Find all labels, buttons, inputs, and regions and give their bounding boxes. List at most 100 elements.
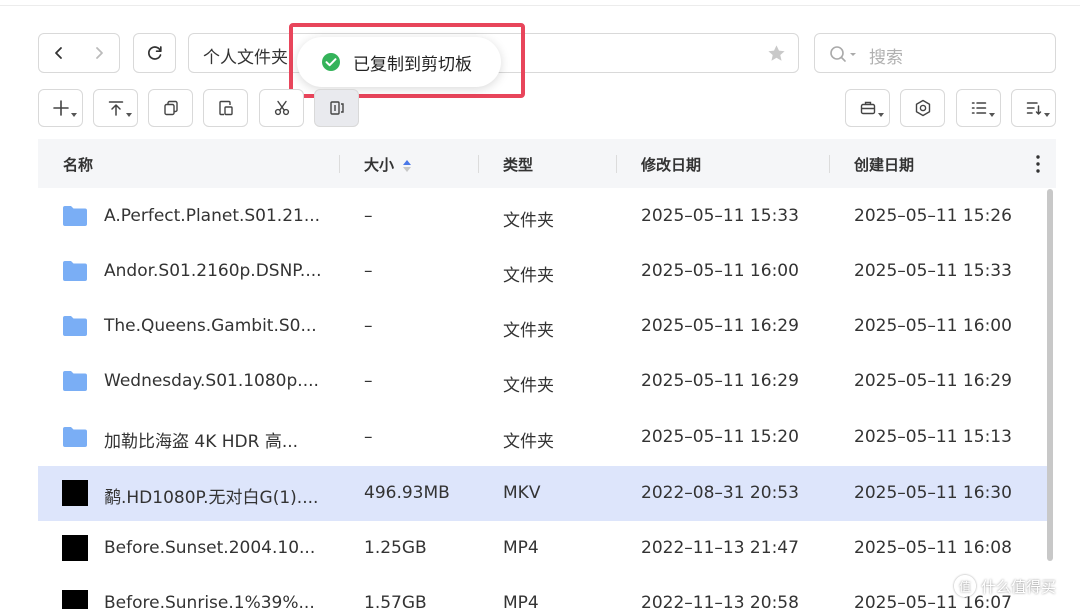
move-button[interactable] bbox=[314, 89, 359, 127]
file-size: – bbox=[364, 261, 373, 281]
file-size: 1.57GB bbox=[364, 593, 427, 609]
file-name: Wednesday.S01.1080p.... bbox=[104, 371, 319, 391]
paste-button[interactable] bbox=[203, 89, 248, 127]
file-size: 496.93MB bbox=[364, 483, 450, 503]
list-view-icon bbox=[971, 102, 986, 114]
column-options-button[interactable] bbox=[1036, 155, 1040, 177]
folder-icon bbox=[63, 261, 87, 281]
toast-message: 已复制到剪切板 bbox=[353, 54, 472, 75]
file-type: MP4 bbox=[503, 538, 539, 558]
file-type: MKV bbox=[503, 483, 541, 503]
copy-icon bbox=[163, 100, 178, 116]
file-size: – bbox=[364, 427, 373, 447]
settings-button[interactable] bbox=[900, 89, 945, 127]
file-name: Before.Sunset.2004.10... bbox=[104, 538, 316, 558]
column-header-created[interactable]: 创建日期 bbox=[854, 154, 914, 175]
column-header-name[interactable]: 名称 bbox=[63, 154, 93, 175]
toolbox-button[interactable] bbox=[845, 89, 890, 127]
column-divider[interactable] bbox=[339, 155, 340, 173]
upload-icon bbox=[108, 101, 123, 116]
file-modified: 2025–05–11 15:20 bbox=[641, 427, 799, 447]
column-header-type[interactable]: 类型 bbox=[503, 154, 533, 175]
search-input[interactable]: 搜索 bbox=[814, 33, 1056, 73]
chevron-down-icon bbox=[126, 113, 132, 117]
column-divider[interactable] bbox=[616, 155, 617, 173]
file-name: Andor.S01.2160p.DSNP.... bbox=[104, 261, 322, 281]
sort-icon bbox=[1026, 102, 1041, 115]
scissors-icon bbox=[274, 100, 289, 116]
file-modified: 2025–05–11 16:29 bbox=[641, 371, 799, 391]
file-name: 加勒比海盗 4K HDR 高... bbox=[104, 432, 299, 452]
folder-icon bbox=[63, 316, 87, 336]
view-mode-button[interactable] bbox=[956, 89, 1001, 127]
column-header-size-label: 大小 bbox=[364, 156, 395, 174]
file-type: 文件夹 bbox=[503, 376, 554, 396]
column-divider[interactable] bbox=[829, 155, 830, 173]
file-modified: 2025–05–11 15:33 bbox=[641, 206, 799, 226]
folder-icon bbox=[63, 206, 87, 226]
table-row[interactable]: A.Perfect.Planet.S01.21... – 文件夹 2025–05… bbox=[38, 189, 1048, 244]
file-modified: 2025–05–11 16:00 bbox=[641, 261, 799, 281]
nav-group bbox=[38, 33, 120, 73]
chevron-down-icon bbox=[1044, 113, 1050, 117]
file-name: The.Queens.Gambit.S0... bbox=[104, 316, 317, 336]
path-text: 个人文件夹 bbox=[203, 48, 288, 68]
sort-arrows-icon bbox=[403, 159, 412, 172]
search-icon bbox=[830, 46, 856, 62]
favorite-star-button[interactable] bbox=[767, 44, 786, 67]
table-row[interactable]: Andor.S01.2160p.DSNP.... – 文件夹 2025–05–1… bbox=[38, 244, 1048, 299]
file-created: 2025–05–11 16:29 bbox=[854, 371, 1012, 391]
sort-button[interactable] bbox=[1011, 89, 1056, 127]
file-size: 1.25GB bbox=[364, 538, 427, 558]
refresh-button[interactable] bbox=[133, 33, 176, 73]
toast-notification: 已复制到剪切板 bbox=[297, 37, 501, 87]
vertical-scrollbar[interactable] bbox=[1047, 189, 1053, 561]
file-created: 2025–05–11 15:33 bbox=[854, 261, 1012, 281]
chevron-left-icon bbox=[55, 47, 62, 59]
cut-button[interactable] bbox=[259, 89, 304, 127]
upload-button[interactable] bbox=[93, 89, 138, 127]
table-row[interactable]: Before.Sunset.2004.10... 1.25GB MP4 2022… bbox=[38, 521, 1048, 576]
plus-icon bbox=[52, 100, 69, 116]
file-size: – bbox=[364, 371, 373, 391]
chevron-down-icon bbox=[989, 113, 995, 117]
chevron-down-icon bbox=[878, 113, 884, 117]
watermark-text: 什么值得买 bbox=[981, 577, 1057, 596]
video-thumbnail bbox=[62, 590, 88, 609]
column-header-modified[interactable]: 修改日期 bbox=[641, 154, 701, 175]
forward-button[interactable] bbox=[79, 34, 119, 72]
video-thumbnail bbox=[62, 480, 88, 506]
file-created: 2025–05–11 15:13 bbox=[854, 427, 1012, 447]
table-row[interactable]: The.Queens.Gambit.S0... – 文件夹 2025–05–11… bbox=[38, 299, 1048, 354]
new-button[interactable] bbox=[38, 89, 83, 127]
file-name: 鹬.HD1080P.无对白G(1).... bbox=[104, 488, 319, 508]
paste-icon bbox=[218, 100, 233, 116]
table-row[interactable]: Before.Sunrise.1%39%... 1.57GB MP4 2022–… bbox=[38, 576, 1048, 609]
refresh-icon bbox=[147, 46, 162, 60]
search-placeholder: 搜索 bbox=[869, 48, 903, 68]
briefcase-icon bbox=[860, 101, 875, 115]
move-icon bbox=[329, 101, 344, 115]
file-created: 2025–05–11 16:30 bbox=[854, 483, 1012, 503]
file-modified: 2022–08–31 20:53 bbox=[641, 483, 799, 503]
file-type: 文件夹 bbox=[503, 266, 554, 286]
file-type: MP4 bbox=[503, 593, 539, 609]
folder-icon bbox=[63, 427, 87, 447]
file-name: A.Perfect.Planet.S01.21... bbox=[104, 206, 321, 226]
back-button[interactable] bbox=[39, 34, 79, 72]
table-header: 名称 大小 类型 修改日期 创建日期 bbox=[38, 139, 1056, 188]
file-modified: 2022–11–13 21:47 bbox=[641, 538, 799, 558]
table-row-selected[interactable]: 鹬.HD1080P.无对白G(1).... 496.93MB MKV 2022–… bbox=[38, 466, 1048, 521]
table-row[interactable]: Wednesday.S01.1080p.... – 文件夹 2025–05–11… bbox=[38, 354, 1048, 409]
video-thumbnail bbox=[62, 535, 88, 561]
table-row[interactable]: 加勒比海盗 4K HDR 高... – 文件夹 2025–05–11 15:20… bbox=[38, 410, 1048, 465]
folder-icon bbox=[63, 371, 87, 391]
file-modified: 2022–11–13 20:58 bbox=[641, 593, 799, 609]
window-top-edge bbox=[0, 0, 1080, 6]
file-name: Before.Sunrise.1%39%... bbox=[104, 593, 315, 609]
column-divider[interactable] bbox=[478, 155, 479, 173]
file-created: 2025–05–11 15:26 bbox=[854, 206, 1012, 226]
copy-button[interactable] bbox=[148, 89, 193, 127]
column-header-size[interactable]: 大小 bbox=[364, 154, 412, 175]
chevron-right-icon bbox=[96, 47, 103, 59]
